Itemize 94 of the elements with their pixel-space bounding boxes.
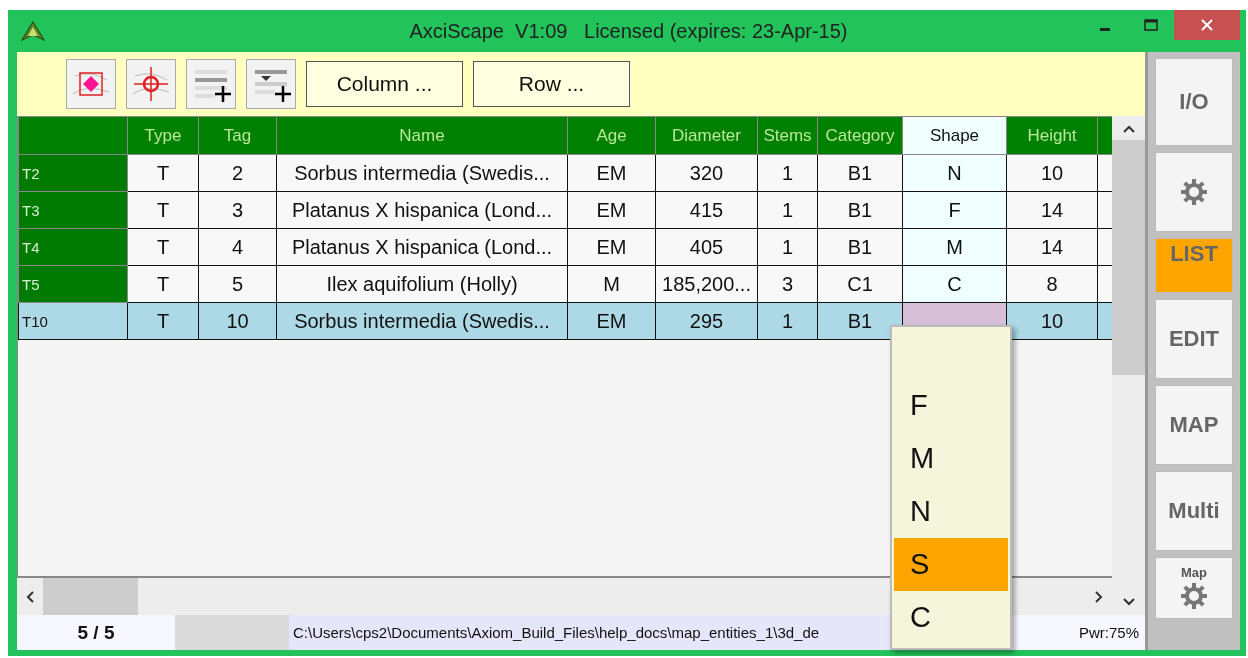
column-header[interactable]: Diameter: [655, 116, 758, 155]
locate-button[interactable]: [66, 59, 116, 109]
logo-icon: [20, 20, 46, 42]
table-cell: Sorbus intermedia (Swedis...: [276, 302, 568, 340]
column-header[interactable]: Category: [817, 116, 903, 155]
record-count: 5 / 5: [76, 621, 116, 644]
table-cell: 14: [1006, 228, 1098, 266]
row-header[interactable]: T5: [18, 265, 128, 303]
table-cell: 8: [1006, 265, 1098, 303]
column-header[interactable]: Age: [567, 116, 656, 155]
table-cell: 4: [198, 228, 277, 266]
add-row-button[interactable]: [186, 59, 236, 109]
row-header[interactable]: T2: [18, 154, 128, 192]
file-path: C:\Users\cps2\Documents\Axiom_Build_Files\help_docs\map_entities_1\3d_de: [289, 615, 893, 650]
table-cell: T: [127, 302, 199, 340]
table-cell: EM: [567, 302, 656, 340]
close-button[interactable]: [1174, 10, 1240, 40]
table-cell: 1: [757, 228, 818, 266]
table-cell: 14: [1006, 191, 1098, 229]
row-header[interactable]: T4: [18, 228, 128, 266]
column-header[interactable]: Stems: [757, 116, 818, 155]
column-header[interactable]: Name: [276, 116, 568, 155]
table-cell: 295: [655, 302, 758, 340]
column-header[interactable]: Height: [1006, 116, 1098, 155]
side-button[interactable]: Map: [1155, 557, 1233, 619]
scroll-down-icon: [1122, 596, 1136, 607]
column-header[interactable]: Type: [127, 116, 199, 155]
insert-row-button[interactable]: [246, 59, 296, 109]
table-cell: 1: [757, 302, 818, 340]
toolbar-button[interactable]: Column ...: [306, 61, 463, 107]
gear-icon: [1179, 580, 1209, 611]
close-icon: [1200, 18, 1214, 32]
side-button[interactable]: MAP: [1155, 385, 1233, 465]
table-cell: N: [902, 154, 1007, 192]
table-cell: B1: [817, 228, 903, 266]
minimize-icon: [1100, 27, 1110, 31]
scroll-up-icon: [1121, 124, 1136, 134]
table-cell: 3: [757, 265, 818, 303]
scroll-thumb[interactable]: [43, 578, 138, 615]
scroll-left-icon: [25, 589, 35, 604]
vertical-scrollbar[interactable]: [1112, 116, 1145, 578]
table-cell: 405: [655, 228, 758, 266]
table-cell: M: [902, 228, 1007, 266]
table-cell: F: [902, 191, 1007, 229]
table-cell: 1: [757, 191, 818, 229]
table-cell: Platanus X hispanica (Lond...: [276, 191, 568, 229]
table-cell: T: [127, 154, 199, 192]
gear-icon: [1179, 177, 1209, 207]
row-header[interactable]: T3: [18, 191, 128, 229]
maximize-icon: [1144, 19, 1158, 31]
table-cell: EM: [567, 154, 656, 192]
side-button[interactable]: LIST: [1155, 238, 1233, 293]
dropdown-option[interactable]: C: [894, 591, 1008, 644]
table-cell: C: [902, 265, 1007, 303]
table-cell: T: [127, 265, 199, 303]
table-cell: Sorbus intermedia (Swedis...: [276, 154, 568, 192]
table-cell: 415: [655, 191, 758, 229]
side-button[interactable]: I/O: [1155, 58, 1233, 146]
side-button[interactable]: EDIT: [1155, 299, 1233, 379]
table-cell: B1: [817, 191, 903, 229]
table-cell: M: [567, 265, 656, 303]
side-button[interactable]: Multi: [1155, 471, 1233, 551]
dropdown-option[interactable]: F: [894, 379, 1008, 432]
table-cell: T: [127, 191, 199, 229]
dropdown-option[interactable]: M: [894, 432, 1008, 485]
target-button[interactable]: [126, 59, 176, 109]
table-cell: Platanus X hispanica (Lond...: [276, 228, 568, 266]
table-cell: 3: [198, 191, 277, 229]
column-header[interactable]: Tag: [198, 116, 277, 155]
table-cell: 1: [757, 154, 818, 192]
window-title: AxciScape V1:09 Licensed (expires: 23-Apr-15): [408, 19, 849, 43]
dropdown-option[interactable]: S: [894, 538, 1008, 591]
table-cell: T: [127, 228, 199, 266]
side-button[interactable]: [1155, 152, 1233, 232]
table-cell: C1: [817, 265, 903, 303]
table-cell: 185,200...: [655, 265, 758, 303]
row-header[interactable]: T10: [18, 302, 128, 340]
table-cell: EM: [567, 191, 656, 229]
scroll-thumb[interactable]: [1112, 140, 1145, 375]
dropdown-option[interactable]: N: [894, 485, 1008, 538]
scroll-right-icon: [1094, 589, 1104, 604]
table-cell: Ilex aquifolium (Holly): [276, 265, 568, 303]
toolbar-button[interactable]: Row ...: [473, 61, 630, 107]
table-cell: 10: [1006, 154, 1098, 192]
table-cell: 2: [198, 154, 277, 192]
table-cell: 5: [198, 265, 277, 303]
table-cell: 10: [198, 302, 277, 340]
crosshair-icon: [131, 64, 171, 104]
table-cell: 10: [1006, 302, 1098, 340]
table-cell: B1: [817, 154, 903, 192]
table-cell: EM: [567, 228, 656, 266]
column-header[interactable]: Shape: [902, 116, 1007, 155]
power-level: Pwr:75%: [1078, 624, 1139, 641]
table-cell: 320: [655, 154, 758, 192]
